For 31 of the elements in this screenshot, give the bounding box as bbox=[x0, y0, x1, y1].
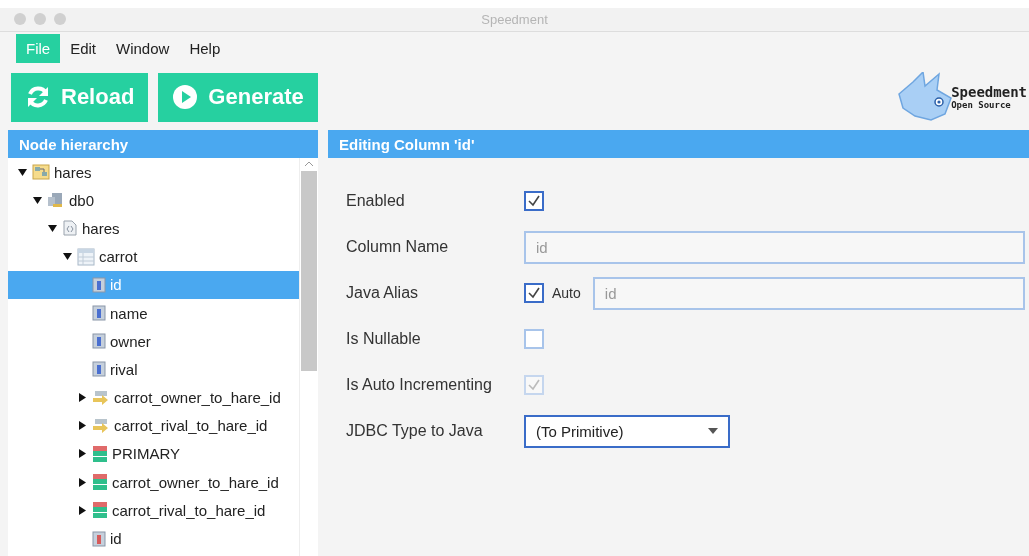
field-label: Column Name bbox=[346, 238, 450, 256]
panel-header: Node hierarchy bbox=[8, 130, 318, 158]
tree-item[interactable]: owner bbox=[8, 327, 299, 356]
tree-item[interactable]: carrot_rival_to_hare_id bbox=[8, 496, 299, 525]
field-label: JDBC Type to Java bbox=[346, 422, 484, 440]
logo-tagline: Open Source bbox=[951, 100, 1012, 110]
field-label: Enabled bbox=[346, 192, 406, 210]
dropdown[interactable]: (To Primitive) bbox=[524, 414, 730, 448]
tree-item[interactable]: PRIMARY bbox=[8, 439, 299, 469]
tree-item[interactable]: name bbox=[8, 298, 299, 328]
tree-item[interactable]: rival bbox=[8, 355, 299, 384]
logo-name: Speedment bbox=[951, 84, 1027, 100]
window-title: Speedment bbox=[481, 12, 548, 27]
tree-item[interactable]: hares bbox=[8, 214, 299, 243]
tree-item[interactable]: carrot_owner_to_hare_id bbox=[8, 383, 299, 412]
tree-item[interactable]: hares bbox=[8, 158, 299, 187]
tree-item[interactable]: id bbox=[8, 524, 299, 553]
menu-item[interactable]: Window bbox=[106, 33, 180, 63]
tree-item[interactable]: carrot_rival_to_hare_id bbox=[8, 411, 299, 440]
tree-item[interactable]: db0 bbox=[8, 186, 299, 215]
text-field[interactable]: id bbox=[524, 230, 1025, 264]
field-label: Is Nullable bbox=[346, 330, 422, 348]
field-label: Is Auto Incrementing bbox=[346, 376, 493, 394]
menu-item[interactable]: Help bbox=[179, 33, 231, 63]
panel-header: Editing Column 'id' bbox=[328, 130, 1029, 158]
text-field[interactable]: id bbox=[592, 276, 1025, 310]
field-label: Java Alias bbox=[346, 284, 420, 302]
menu-item[interactable]: Edit bbox=[60, 33, 107, 63]
checkbox-label: Auto bbox=[552, 285, 581, 301]
tree-item[interactable]: carrot bbox=[8, 242, 299, 271]
tree-item[interactable]: carrot_owner_to_hare_id bbox=[8, 468, 299, 497]
